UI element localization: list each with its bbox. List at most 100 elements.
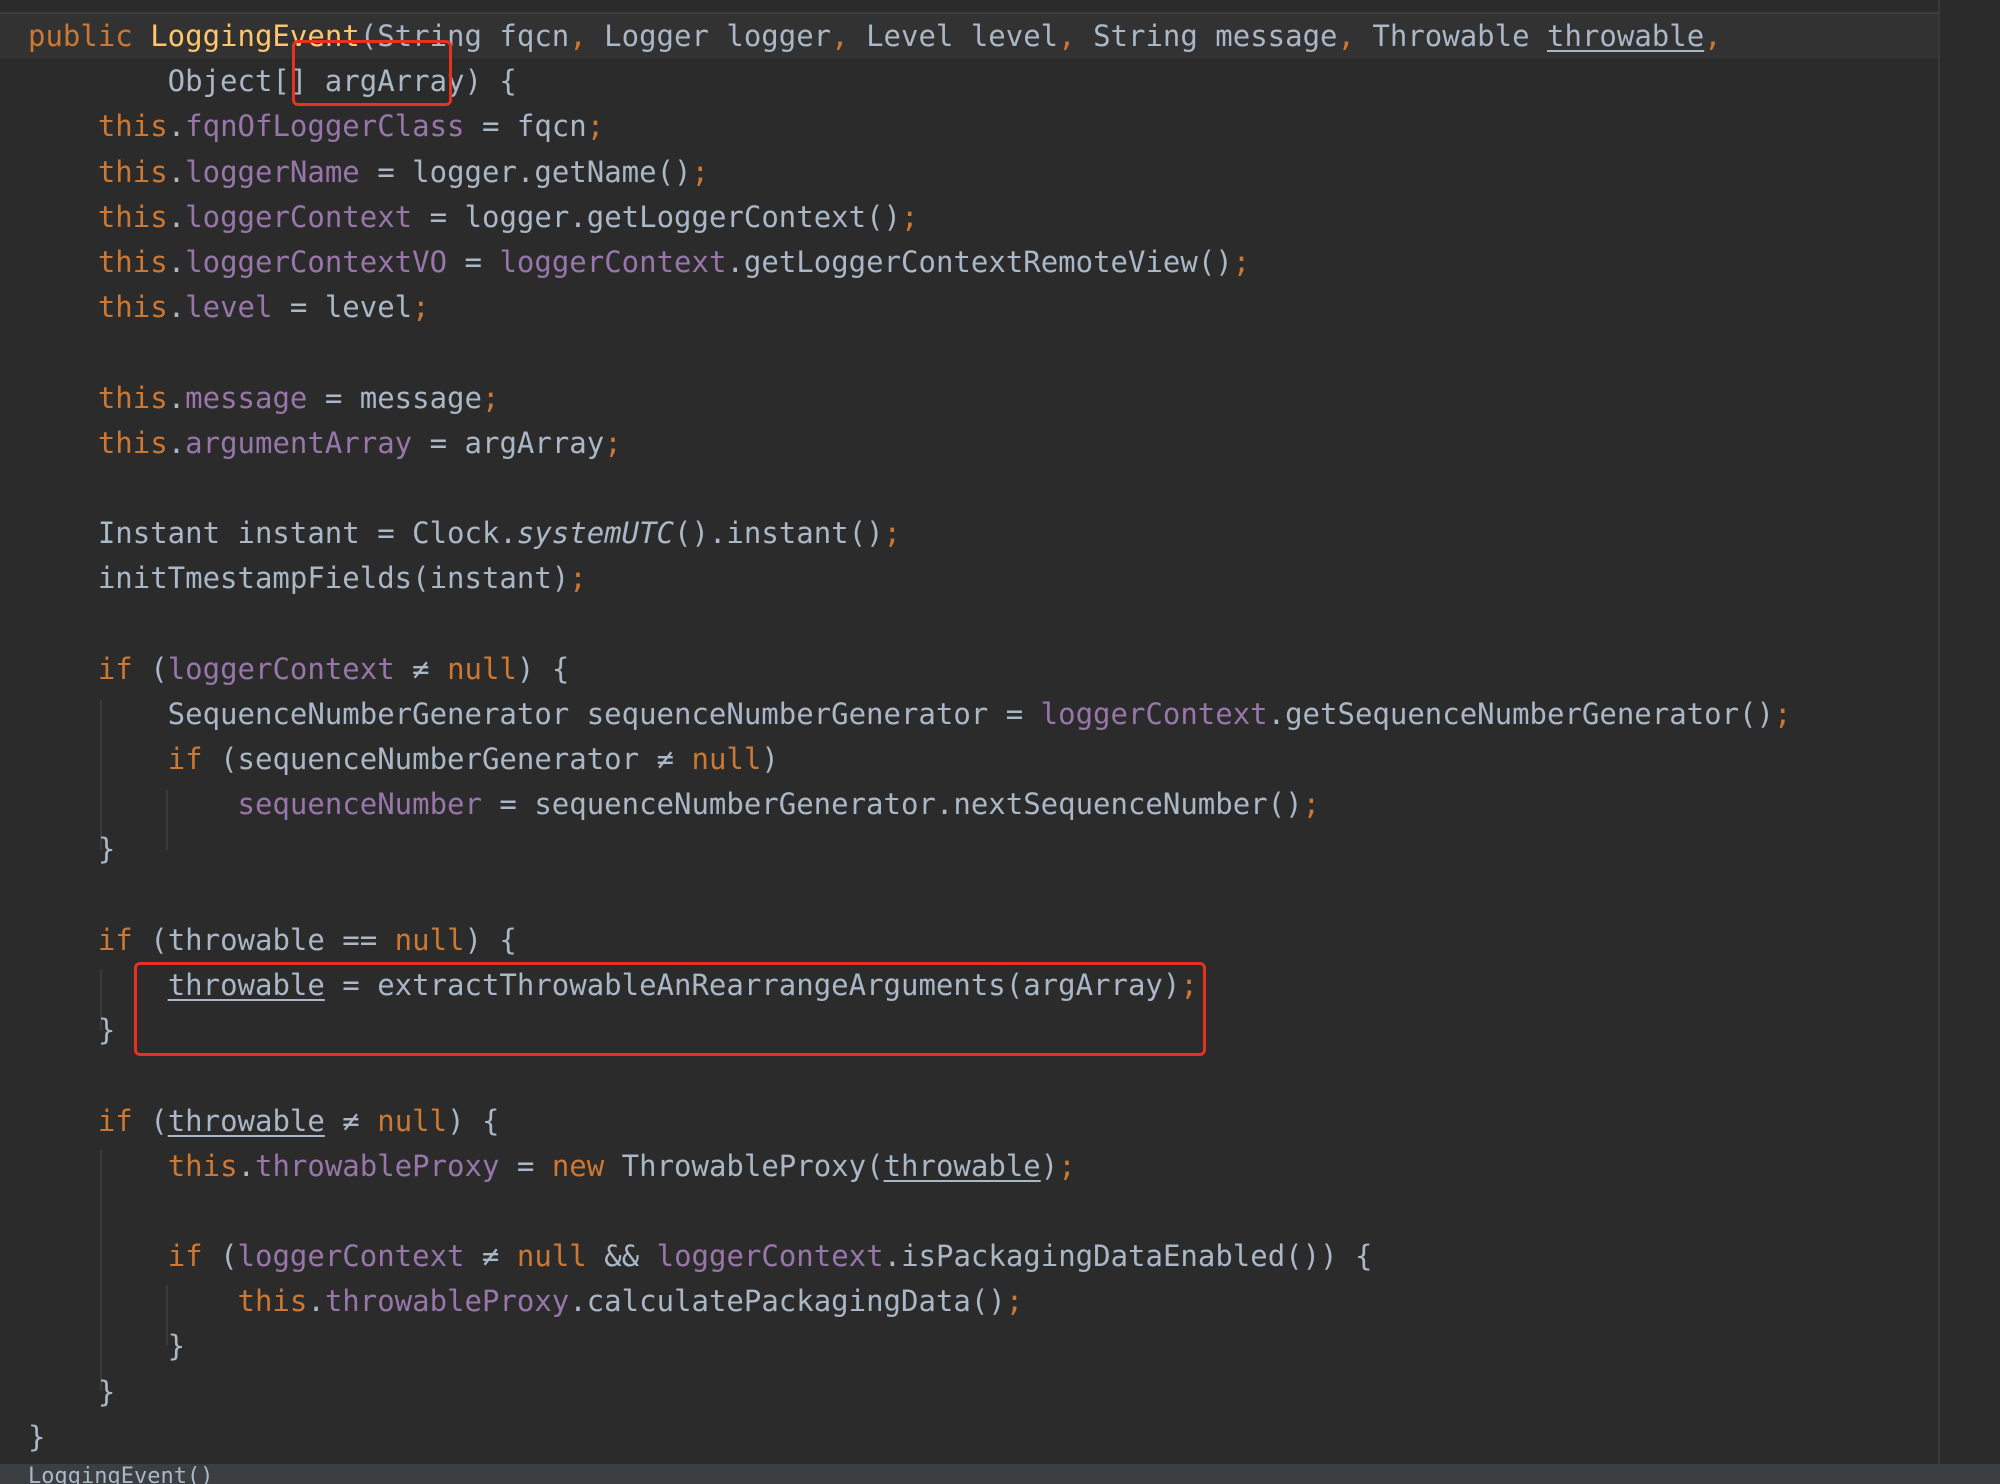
code-line[interactable]: } [28,1415,1791,1460]
code-line[interactable] [28,1053,1791,1098]
code-token: throwableProxy [324,1284,570,1319]
code-token: systemUTC [516,516,675,551]
code-line[interactable]: SequenceNumberGenerator sequenceNumberGe… [28,692,1792,737]
code-token: } [28,1419,46,1454]
code-token: if [97,651,151,686]
code-token: loggerContext [656,1239,884,1274]
code-token: ; [901,199,919,234]
code-token: Instant instant = Clock. [28,516,517,551]
code-token: && [604,1239,657,1274]
code-token: ; [604,425,622,460]
code-token: this [97,244,168,279]
code-token: ( [150,1103,168,1138]
code-token: throwable [167,1103,325,1138]
code-line[interactable]: if (throwable == null) { [28,918,1791,963]
code-line[interactable] [28,1189,1791,1234]
code-token: null [447,651,517,686]
code-token: throwableProxy [255,1148,500,1183]
code-line[interactable]: this.loggerContextVO = loggerContext.get… [28,240,1791,285]
code-token: if [97,1103,151,1138]
breadcrumb-bar[interactable]: LoggingEvent() [0,1464,2000,1484]
code-line[interactable]: initTmestampFields(instant); [28,556,1791,601]
code-token: SequenceNumberGenerator sequenceNumberGe… [28,696,1041,731]
code-token: this [167,1148,238,1183]
code-token: loggerContextVO [185,244,448,279]
code-token: = logger.getName() [359,154,692,189]
code-line[interactable]: } [28,827,1791,872]
code-token: , [831,19,867,53]
code-token: , [569,19,605,53]
highlight-box-argarray [292,40,452,106]
code-token: loggerContext [185,199,413,234]
code-line[interactable]: this.message = message; [28,376,1791,421]
code-line[interactable]: sequenceNumber = sequenceNumberGenerator… [28,782,1791,827]
code-line[interactable] [28,601,1791,646]
code-token: ; [569,561,587,596]
code-token: } [28,1374,116,1409]
code-content[interactable]: public LoggingEvent(String fqcn, Logger … [28,14,1791,1460]
code-line[interactable] [28,466,1791,511]
code-token: ( [150,651,168,686]
code-token: .isPackagingDataEnabled()) { [883,1239,1373,1274]
code-token: message [185,380,308,415]
code-line[interactable]: this.loggerName = logger.getName(); [28,150,1791,195]
code-token: . [167,425,186,460]
code-token: Level level [866,19,1059,53]
code-token: } [28,1329,186,1364]
code-token: this [237,1284,308,1319]
code-token: Throwable [1372,19,1548,53]
code-token: this [97,199,168,234]
code-token: ; [1302,787,1321,822]
code-line[interactable] [28,873,1791,918]
code-line[interactable]: if (throwable ≠ null) { [28,1099,1791,1144]
code-token: ; [481,380,500,415]
code-line[interactable]: } [28,1370,1791,1415]
code-token: loggerContext [167,651,395,686]
code-token: loggerContext [237,1239,465,1274]
code-token: loggerContext [1040,696,1268,731]
code-line[interactable]: this.throwableProxy.calculatePackagingDa… [28,1279,1791,1324]
code-line[interactable]: this.fqnOfLoggerClass = fqcn; [28,104,1791,149]
code-token: sequenceNumber [237,787,482,822]
code-token: , [1058,19,1094,53]
code-token: null [394,922,465,957]
code-token: ≠ [464,1239,517,1274]
code-token: ; [412,290,430,325]
code-token: = [447,244,500,279]
code-token: throwable [883,1148,1041,1183]
code-token: this [97,290,168,325]
code-line[interactable]: this.level = level; [28,285,1791,330]
code-editor[interactable]: public LoggingEvent(String fqcn, Logger … [0,0,1938,1464]
code-line[interactable]: Instant instant = Clock.systemUTC().inst… [28,511,1791,556]
breadcrumb-label[interactable]: LoggingEvent() [28,1466,213,1484]
highlight-box-extract-throwable [134,962,1206,1056]
code-token: = level [272,290,413,325]
code-token: if [167,742,221,776]
code-line[interactable]: } [28,1324,1791,1369]
code-token: ; [1773,696,1792,731]
code-token: null [516,1239,605,1274]
code-token: new [551,1148,622,1183]
code-token: String message [1093,19,1338,53]
code-token: null [377,1103,448,1138]
code-line[interactable]: this.argumentArray = argArray; [28,421,1791,466]
code-token: null [691,742,762,776]
code-line[interactable]: this.loggerContext = logger.getLoggerCon… [28,195,1791,240]
code-line[interactable]: if (sequenceNumberGenerator ≠ null) [28,737,1791,782]
code-token: . [167,154,186,189]
code-token: this [97,109,168,144]
code-token: , [1337,19,1373,53]
code-token: this [97,380,168,415]
code-line[interactable]: if (loggerContext ≠ null) { [28,647,1791,692]
code-token: ; [691,154,709,189]
code-line[interactable]: this.throwableProxy = new ThrowableProxy… [28,1144,1791,1189]
code-line[interactable]: if (loggerContext ≠ null && loggerContex… [28,1234,1791,1279]
code-token: (sequenceNumberGenerator ≠ [220,742,692,776]
code-line[interactable] [28,330,1791,375]
